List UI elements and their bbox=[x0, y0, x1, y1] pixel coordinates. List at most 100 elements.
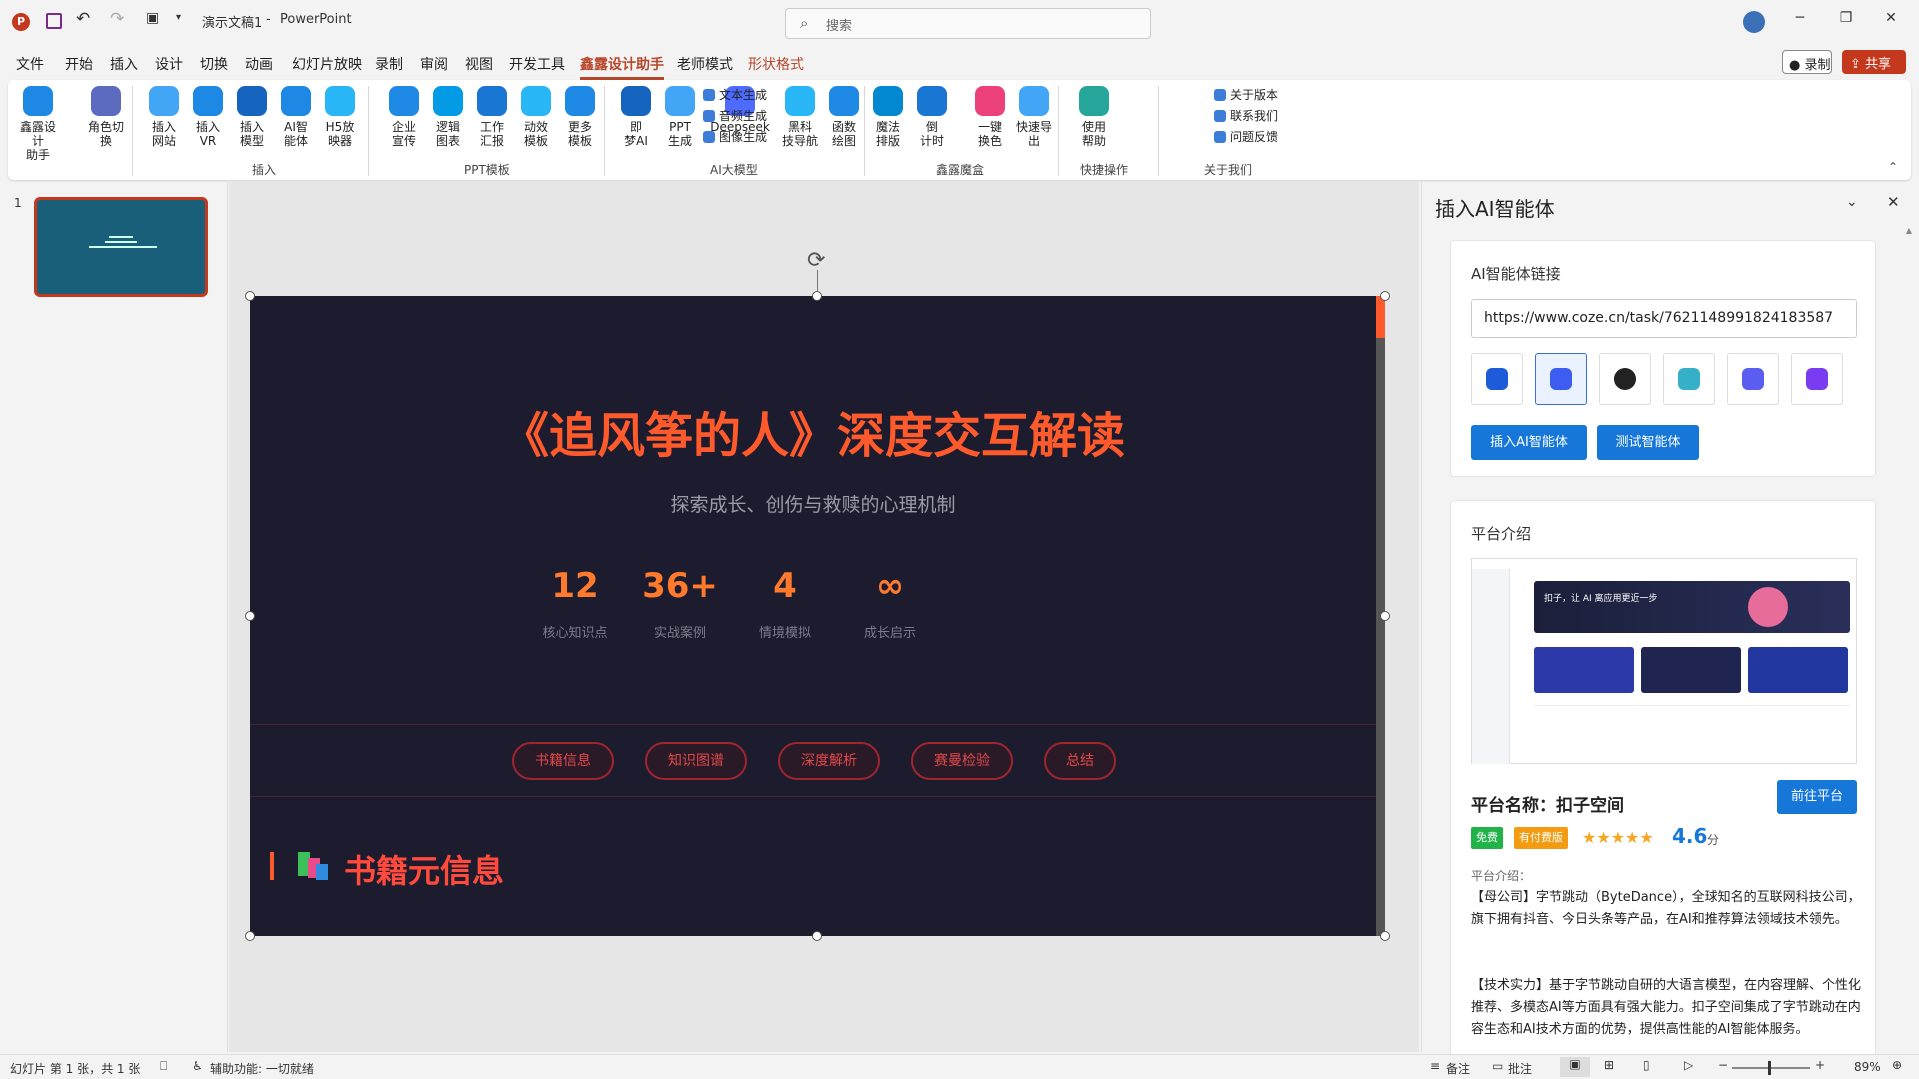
ribbon-small-button[interactable]: 文本生成 bbox=[703, 86, 767, 103]
agent-link-input[interactable]: https://www.coze.cn/task/762114899182418… bbox=[1471, 299, 1857, 338]
menu-tab[interactable]: 开始 bbox=[65, 54, 93, 74]
resize-handle[interactable] bbox=[1380, 611, 1390, 621]
ribbon-button[interactable]: 倒计时 bbox=[910, 86, 954, 148]
resize-handle[interactable] bbox=[812, 291, 822, 301]
ribbon-small-button[interactable]: 图像生成 bbox=[703, 128, 767, 145]
goto-platform-button[interactable]: 前往平台 bbox=[1777, 780, 1857, 814]
pane-options-icon[interactable]: ⌄ bbox=[1846, 194, 1858, 210]
ribbon-button[interactable]: 插入 模型 bbox=[230, 86, 274, 148]
menu-tab[interactable]: 动画 bbox=[245, 54, 273, 74]
ribbon-button[interactable]: 魔法 排版 bbox=[866, 86, 910, 148]
zoom-in-icon[interactable]: + bbox=[1815, 1058, 1825, 1072]
user-avatar[interactable] bbox=[1743, 11, 1765, 33]
ribbon-button[interactable]: 更多 模板 bbox=[558, 86, 602, 148]
resize-handle[interactable] bbox=[245, 931, 255, 941]
customize-qat-icon[interactable]: ▾ bbox=[176, 12, 181, 23]
normal-view-icon[interactable]: ▣ bbox=[1560, 1057, 1590, 1077]
save-icon[interactable] bbox=[46, 13, 62, 29]
pane-scrollbar[interactable]: ▲ bbox=[1904, 226, 1914, 1048]
menu-tab[interactable]: 开发工具 bbox=[509, 54, 565, 74]
ribbon-button[interactable]: H5放 映器 bbox=[318, 86, 362, 148]
cube-agent-icon[interactable] bbox=[1663, 353, 1715, 405]
doubao-logo-icon[interactable] bbox=[1535, 353, 1587, 405]
present-icon[interactable]: ▣ bbox=[146, 10, 159, 26]
zoom-slider-thumb[interactable] bbox=[1768, 1061, 1771, 1075]
ribbon-button[interactable]: 插入 VR bbox=[186, 86, 230, 148]
ribbon-button[interactable]: 动效 模板 bbox=[514, 86, 558, 148]
menu-tab[interactable]: 视图 bbox=[465, 54, 493, 74]
resize-handle[interactable] bbox=[245, 611, 255, 621]
ribbon-button[interactable]: 插入 网站 bbox=[142, 86, 186, 148]
ribbon-button[interactable]: 快速导出 bbox=[1012, 86, 1056, 148]
menu-tab[interactable]: 插入 bbox=[110, 54, 138, 74]
spark-agent-icon[interactable] bbox=[1727, 353, 1779, 405]
ribbon-button[interactable]: 逻辑 图表 bbox=[426, 86, 470, 148]
resize-handle[interactable] bbox=[245, 291, 255, 301]
slide[interactable]: 《追风筝的人》深度交互解读 探索成长、创伤与救赎的心理机制 12 核心知识点 36+… bbox=[250, 296, 1385, 936]
ribbon-small-button[interactable]: 联系我们 bbox=[1214, 107, 1278, 124]
ribbon-button[interactable]: 函数 绘图 bbox=[822, 86, 866, 148]
ribbon-button[interactable]: AI智 能体 bbox=[274, 86, 318, 148]
minimize-icon[interactable]: ─ bbox=[1785, 10, 1815, 34]
coze-logo-icon[interactable] bbox=[1471, 353, 1523, 405]
ribbon-small-button[interactable]: 问题反馈 bbox=[1214, 128, 1278, 145]
menu-tab[interactable]: 幻灯片放映 bbox=[292, 54, 362, 74]
ribbon-button[interactable]: 使用 帮助 bbox=[1072, 86, 1116, 148]
ribbon-button[interactable]: 角色切换 bbox=[84, 86, 128, 148]
ribbon-button[interactable]: 即梦AI bbox=[614, 86, 658, 148]
ribbon-button[interactable]: PPT 生成 bbox=[658, 86, 702, 148]
ribbon-button[interactable]: 黑科 技导航 bbox=[778, 86, 822, 148]
slide-nav-tab[interactable]: 赛曼检验 bbox=[911, 742, 1013, 780]
menu-tab[interactable]: 文件 bbox=[16, 54, 44, 74]
comments-button[interactable]: 批注 bbox=[1508, 1060, 1532, 1077]
fit-slide-icon[interactable]: ⊕ bbox=[1892, 1058, 1902, 1072]
slide-nav-tab[interactable]: 深度解析 bbox=[778, 742, 880, 780]
menu-tab[interactable]: 鑫露设计助手 bbox=[580, 54, 664, 80]
restore-icon[interactable]: ❐ bbox=[1831, 10, 1861, 34]
slide-nav-tab[interactable]: 知识图谱 bbox=[645, 742, 747, 780]
slide-sorter-icon[interactable]: ⊞ bbox=[1604, 1058, 1614, 1072]
resize-handle[interactable] bbox=[812, 931, 822, 941]
zoom-out-icon[interactable]: − bbox=[1718, 1058, 1728, 1072]
ribbon-button[interactable]: 鑫露设计 助手 bbox=[16, 86, 60, 162]
search-input[interactable]: ⌕ 搜索 bbox=[785, 8, 1151, 39]
close-window-icon[interactable]: ✕ bbox=[1876, 10, 1906, 34]
ribbon-button[interactable]: 工作 汇报 bbox=[470, 86, 514, 148]
test-agent-button[interactable]: 测试智能体 bbox=[1597, 425, 1699, 460]
insert-agent-button[interactable]: 插入AI智能体 bbox=[1471, 425, 1587, 460]
slide-thumbnail[interactable] bbox=[34, 197, 208, 297]
zoom-slider[interactable] bbox=[1732, 1061, 1810, 1075]
slide-scroll-thumb[interactable] bbox=[1376, 296, 1385, 338]
notes-icon[interactable]: ≡ bbox=[1430, 1059, 1440, 1073]
menu-tab[interactable]: 老师模式 bbox=[677, 54, 733, 74]
ribbon-small-button[interactable]: 音频生成 bbox=[703, 107, 767, 124]
accessibility-icon[interactable]: ♿ bbox=[192, 1059, 203, 1073]
slideshow-icon[interactable]: ▷ bbox=[1684, 1058, 1693, 1072]
share-button[interactable]: ⇪ 共享 bbox=[1842, 50, 1906, 74]
menu-tab[interactable]: 审阅 bbox=[420, 54, 448, 74]
menu-tab[interactable]: 设计 bbox=[155, 54, 183, 74]
record-button[interactable]: ● 录制 bbox=[1782, 50, 1832, 74]
resize-handle[interactable] bbox=[1380, 931, 1390, 941]
reading-view-icon[interactable]: ▯ bbox=[1643, 1058, 1650, 1072]
redo-icon[interactable]: ↷ bbox=[110, 9, 124, 29]
slide-nav-tab[interactable]: 书籍信息 bbox=[512, 742, 614, 780]
collapse-ribbon-icon[interactable]: ⌃ bbox=[1888, 160, 1898, 174]
accessibility-status[interactable]: 辅助功能: 一切就绪 bbox=[210, 1060, 314, 1077]
ribbon-small-button[interactable]: 关于版本 bbox=[1214, 86, 1278, 103]
ribbon-button[interactable]: 企业 宣传 bbox=[382, 86, 426, 148]
undo-icon[interactable]: ↶ bbox=[76, 9, 90, 29]
menu-tab[interactable]: 切换 bbox=[200, 54, 228, 74]
purple-agent-icon[interactable] bbox=[1791, 353, 1843, 405]
avatar-agent-icon[interactable] bbox=[1599, 353, 1651, 405]
pane-close-icon[interactable]: ✕ bbox=[1887, 193, 1900, 211]
ribbon-button[interactable]: 一键 换色 bbox=[968, 86, 1012, 148]
menu-tab[interactable]: 形状格式 bbox=[748, 54, 804, 74]
resize-handle[interactable] bbox=[1380, 291, 1390, 301]
scroll-up-icon[interactable]: ▲ bbox=[1904, 226, 1914, 235]
spellcheck-icon[interactable]: ⎕ bbox=[160, 1059, 167, 1074]
notes-button[interactable]: 备注 bbox=[1446, 1060, 1470, 1077]
slide-nav-tab[interactable]: 总结 bbox=[1044, 742, 1116, 780]
menu-tab[interactable]: 录制 bbox=[375, 54, 403, 74]
zoom-level[interactable]: 89% bbox=[1854, 1060, 1881, 1074]
